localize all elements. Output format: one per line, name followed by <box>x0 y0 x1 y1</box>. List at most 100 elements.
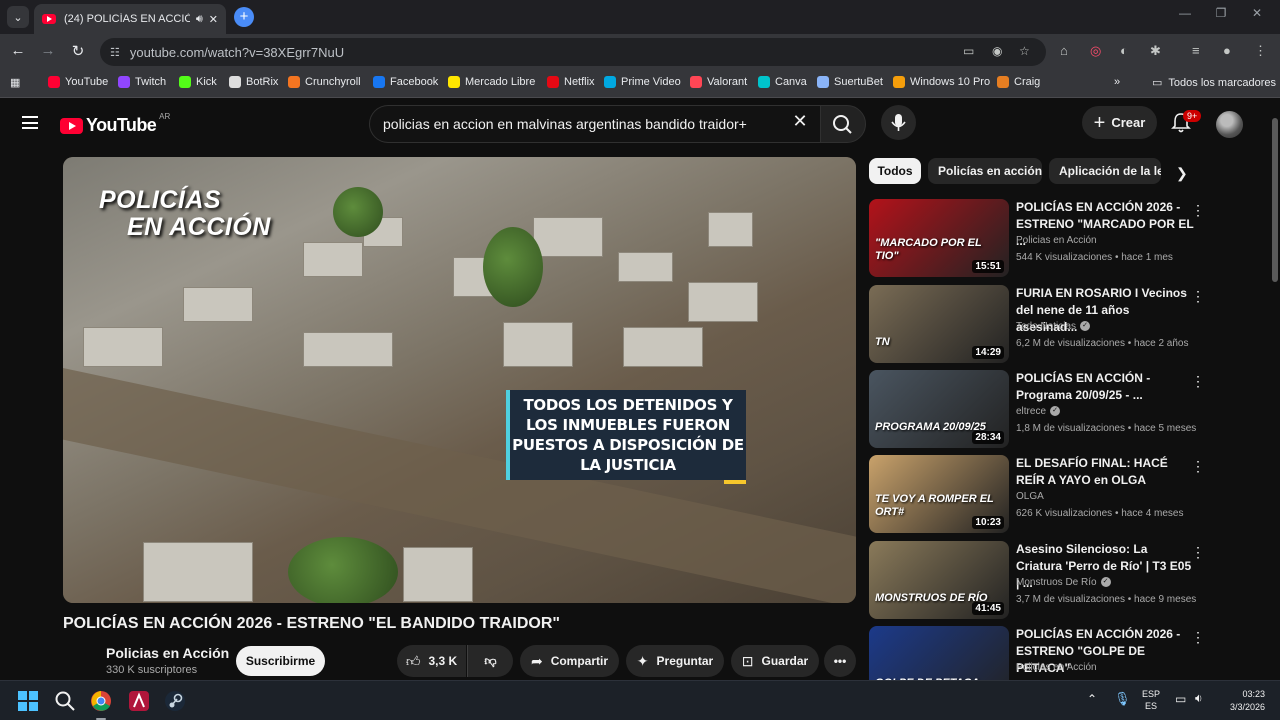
recommended-channel[interactable]: Policias en Acción <box>1016 662 1097 673</box>
video-thumbnail[interactable]: TN 14:29 <box>869 285 1009 363</box>
more-options-icon[interactable]: ⋮ <box>1191 629 1205 646</box>
recommended-video-card[interactable]: MONSTRUOS DE RÍO 41:45 Asesino Silencioso:… <box>869 541 1259 621</box>
dislike-button[interactable]: 👎︎ <box>467 645 513 677</box>
profile-avatar-icon[interactable]: ● <box>1223 43 1231 58</box>
bookmark-item[interactable]: Kick <box>179 76 217 88</box>
recommended-channel[interactable]: OLGA <box>1016 491 1044 502</box>
account-avatar[interactable] <box>1216 111 1243 138</box>
recommended-channel[interactable]: Policias en Acción <box>1016 235 1097 246</box>
tab-close-icon[interactable]: ✕ <box>209 13 218 26</box>
recommended-video-card[interactable]: TE VOY A ROMPER EL ORT# 10:23 EL DESAFÍO F… <box>869 455 1259 535</box>
thumbnail-text: MONSTRUOS DE RÍO <box>875 592 988 604</box>
video-player[interactable]: POLICÍAS EN ACCIÓN TODOS LOS DETENIDOS Y… <box>63 157 856 603</box>
bookmarks-overflow-button[interactable]: » <box>1114 76 1120 88</box>
tab-search-button[interactable]: ⌄ <box>7 6 29 28</box>
video-thumbnail[interactable]: PROGRAMA 20/09/25 28:34 <box>869 370 1009 448</box>
adobe-app-taskbar-icon[interactable] <box>128 690 150 712</box>
recommended-channel[interactable]: eltrece ✓ <box>1016 406 1061 417</box>
clear-search-icon[interactable]: ✕ <box>788 111 812 132</box>
steam-taskbar-icon[interactable] <box>164 690 186 712</box>
clock[interactable]: 03:23 3/3/2026 <box>1210 688 1265 714</box>
bookmark-item[interactable]: BotRix <box>229 76 278 88</box>
recommended-video-title[interactable]: POLICÍAS EN ACCIÓN - Programa 20/09/25 -… <box>1016 370 1194 404</box>
video-thumbnail[interactable]: MONSTRUOS DE RÍO 41:45 <box>869 541 1009 619</box>
bookmark-item[interactable]: Canva <box>758 76 807 88</box>
recommended-video-card[interactable]: "MARCADO POR EL TIO" 15:51 POLICÍAS EN ACC… <box>869 199 1259 279</box>
network-icon[interactable]: ▭ <box>1175 692 1186 706</box>
windows-start-icon[interactable] <box>17 690 39 712</box>
menu-icon[interactable] <box>22 116 38 129</box>
bookmark-item[interactable]: Mercado Libre <box>448 76 535 88</box>
extension-user-icon[interactable]: ◐ <box>1120 43 1128 58</box>
bookmark-item[interactable]: Twitch <box>118 76 166 88</box>
page-scrollbar-thumb[interactable] <box>1272 118 1278 282</box>
bookmark-item[interactable]: Craig <box>997 76 1040 88</box>
speaker-icon[interactable]: 🔊︎ <box>196 13 203 26</box>
tracking-protection-icon[interactable]: ◉ <box>992 44 1002 58</box>
extension-badge-icon[interactable]: ◎ <box>1090 43 1101 59</box>
volume-icon[interactable]: 🔉︎ <box>1195 691 1203 706</box>
youtube-logo[interactable]: YouTube AR <box>60 112 170 136</box>
voice-search-button[interactable] <box>881 105 916 140</box>
bookmark-item[interactable]: Prime Video <box>604 76 681 88</box>
browser-tab-active[interactable]: (24) POLICÍAS EN ACCIÓN 2 🔊︎ ✕ <box>34 4 226 34</box>
reload-icon[interactable]: ↻ <box>68 42 88 60</box>
bookmark-item[interactable]: YouTube <box>48 76 108 88</box>
bookmark-item[interactable]: SuertuBet <box>817 76 883 88</box>
chip-all[interactable]: Todos <box>869 158 921 184</box>
plus-icon: + <box>1093 111 1106 134</box>
save-button[interactable]: ⊡ Guardar <box>731 645 819 677</box>
extensions-puzzle-icon[interactable]: ✱ <box>1150 43 1161 59</box>
new-tab-button[interactable]: + <box>234 7 254 27</box>
more-actions-button[interactable]: ••• <box>824 645 856 677</box>
recommended-channel[interactable]: Monstruos De Río ✓ <box>1016 577 1111 588</box>
chevron-right-icon[interactable]: ❯ <box>1176 165 1188 182</box>
all-bookmarks-folder[interactable]: ▭ Todos los marcadores <box>1152 76 1276 90</box>
recommended-channel[interactable]: Todo Noticias ✓ <box>1016 321 1091 332</box>
chip-aplicacion-de-la-ley[interactable]: Aplicación de la ley <box>1049 158 1161 184</box>
back-icon[interactable]: ← <box>8 42 28 59</box>
bookmark-item[interactable]: Crunchyroll <box>288 76 361 88</box>
more-options-icon[interactable]: ⋮ <box>1191 202 1205 219</box>
more-options-icon[interactable]: ⋮ <box>1191 373 1205 390</box>
channel-avatar[interactable] <box>63 643 97 677</box>
bookmark-item[interactable]: Facebook <box>373 76 438 88</box>
video-thumbnail[interactable]: TE VOY A ROMPER EL ORT# 10:23 <box>869 455 1009 533</box>
recommended-video-card[interactable]: TN 14:29 FURIA EN ROSARIO I Vecinos del ne… <box>869 285 1259 365</box>
forward-icon[interactable]: → <box>38 42 58 59</box>
channel-name[interactable]: Policias en Acción <box>106 645 229 661</box>
apps-grid-icon[interactable]: ▦ <box>10 76 20 89</box>
install-app-icon[interactable]: ▭ <box>963 44 974 58</box>
recommended-video-title[interactable]: EL DESAFÍO FINAL: HACÉ REÍR A YAYO en OL… <box>1016 455 1194 489</box>
extension-icon[interactable]: ⌂ <box>1060 43 1068 58</box>
chrome-taskbar-icon[interactable] <box>90 690 112 712</box>
subscribe-button[interactable]: Suscribirme <box>236 646 325 676</box>
close-window-button[interactable]: ✕ <box>1242 6 1272 20</box>
bookmark-item[interactable]: Windows 10 Pro <box>893 76 990 88</box>
media-control-icon[interactable]: ≡ <box>1192 43 1200 58</box>
search-button[interactable] <box>820 105 866 143</box>
minimize-button[interactable]: — <box>1170 6 1200 20</box>
address-bar[interactable]: ☷ youtube.com/watch?v=38XEgrr7NuU <box>100 38 1046 66</box>
share-button[interactable]: ➦ Compartir <box>520 645 619 677</box>
tray-overflow-icon[interactable]: ⌃ <box>1087 692 1097 706</box>
bookmark-star-icon[interactable]: ☆ <box>1019 44 1030 58</box>
video-thumbnail[interactable]: "MARCADO POR EL TIO" 15:51 <box>869 199 1009 277</box>
like-button[interactable]: 👍︎ 3,3 K <box>397 645 466 677</box>
bookmark-item[interactable]: Valorant <box>690 76 747 88</box>
tray-microphone-icon[interactable]: 🎙︎ <box>1114 691 1131 707</box>
browser-menu-icon[interactable]: ⋮ <box>1254 43 1267 59</box>
more-options-icon[interactable]: ⋮ <box>1191 458 1205 475</box>
more-options-icon[interactable]: ⋮ <box>1191 544 1205 561</box>
bookmark-item[interactable]: Netflix <box>547 76 595 88</box>
input-language-indicator[interactable]: ESP ES <box>1142 688 1160 712</box>
recommended-video-card[interactable]: PROGRAMA 20/09/25 28:34 POLICÍAS EN ACCIÓN… <box>869 370 1259 450</box>
site-info-icon[interactable]: ☷ <box>110 46 120 59</box>
chip-policias-en-accion[interactable]: Policías en acción <box>928 158 1042 184</box>
more-options-icon[interactable]: ⋮ <box>1191 288 1205 305</box>
maximize-button[interactable]: ❐ <box>1206 6 1236 20</box>
search-input[interactable]: policias en accion en malvinas argentina… <box>369 105 820 143</box>
ask-button[interactable]: ✦ Preguntar <box>626 645 724 677</box>
taskbar-search-icon[interactable] <box>54 690 76 712</box>
create-button[interactable]: + Crear <box>1082 106 1157 139</box>
